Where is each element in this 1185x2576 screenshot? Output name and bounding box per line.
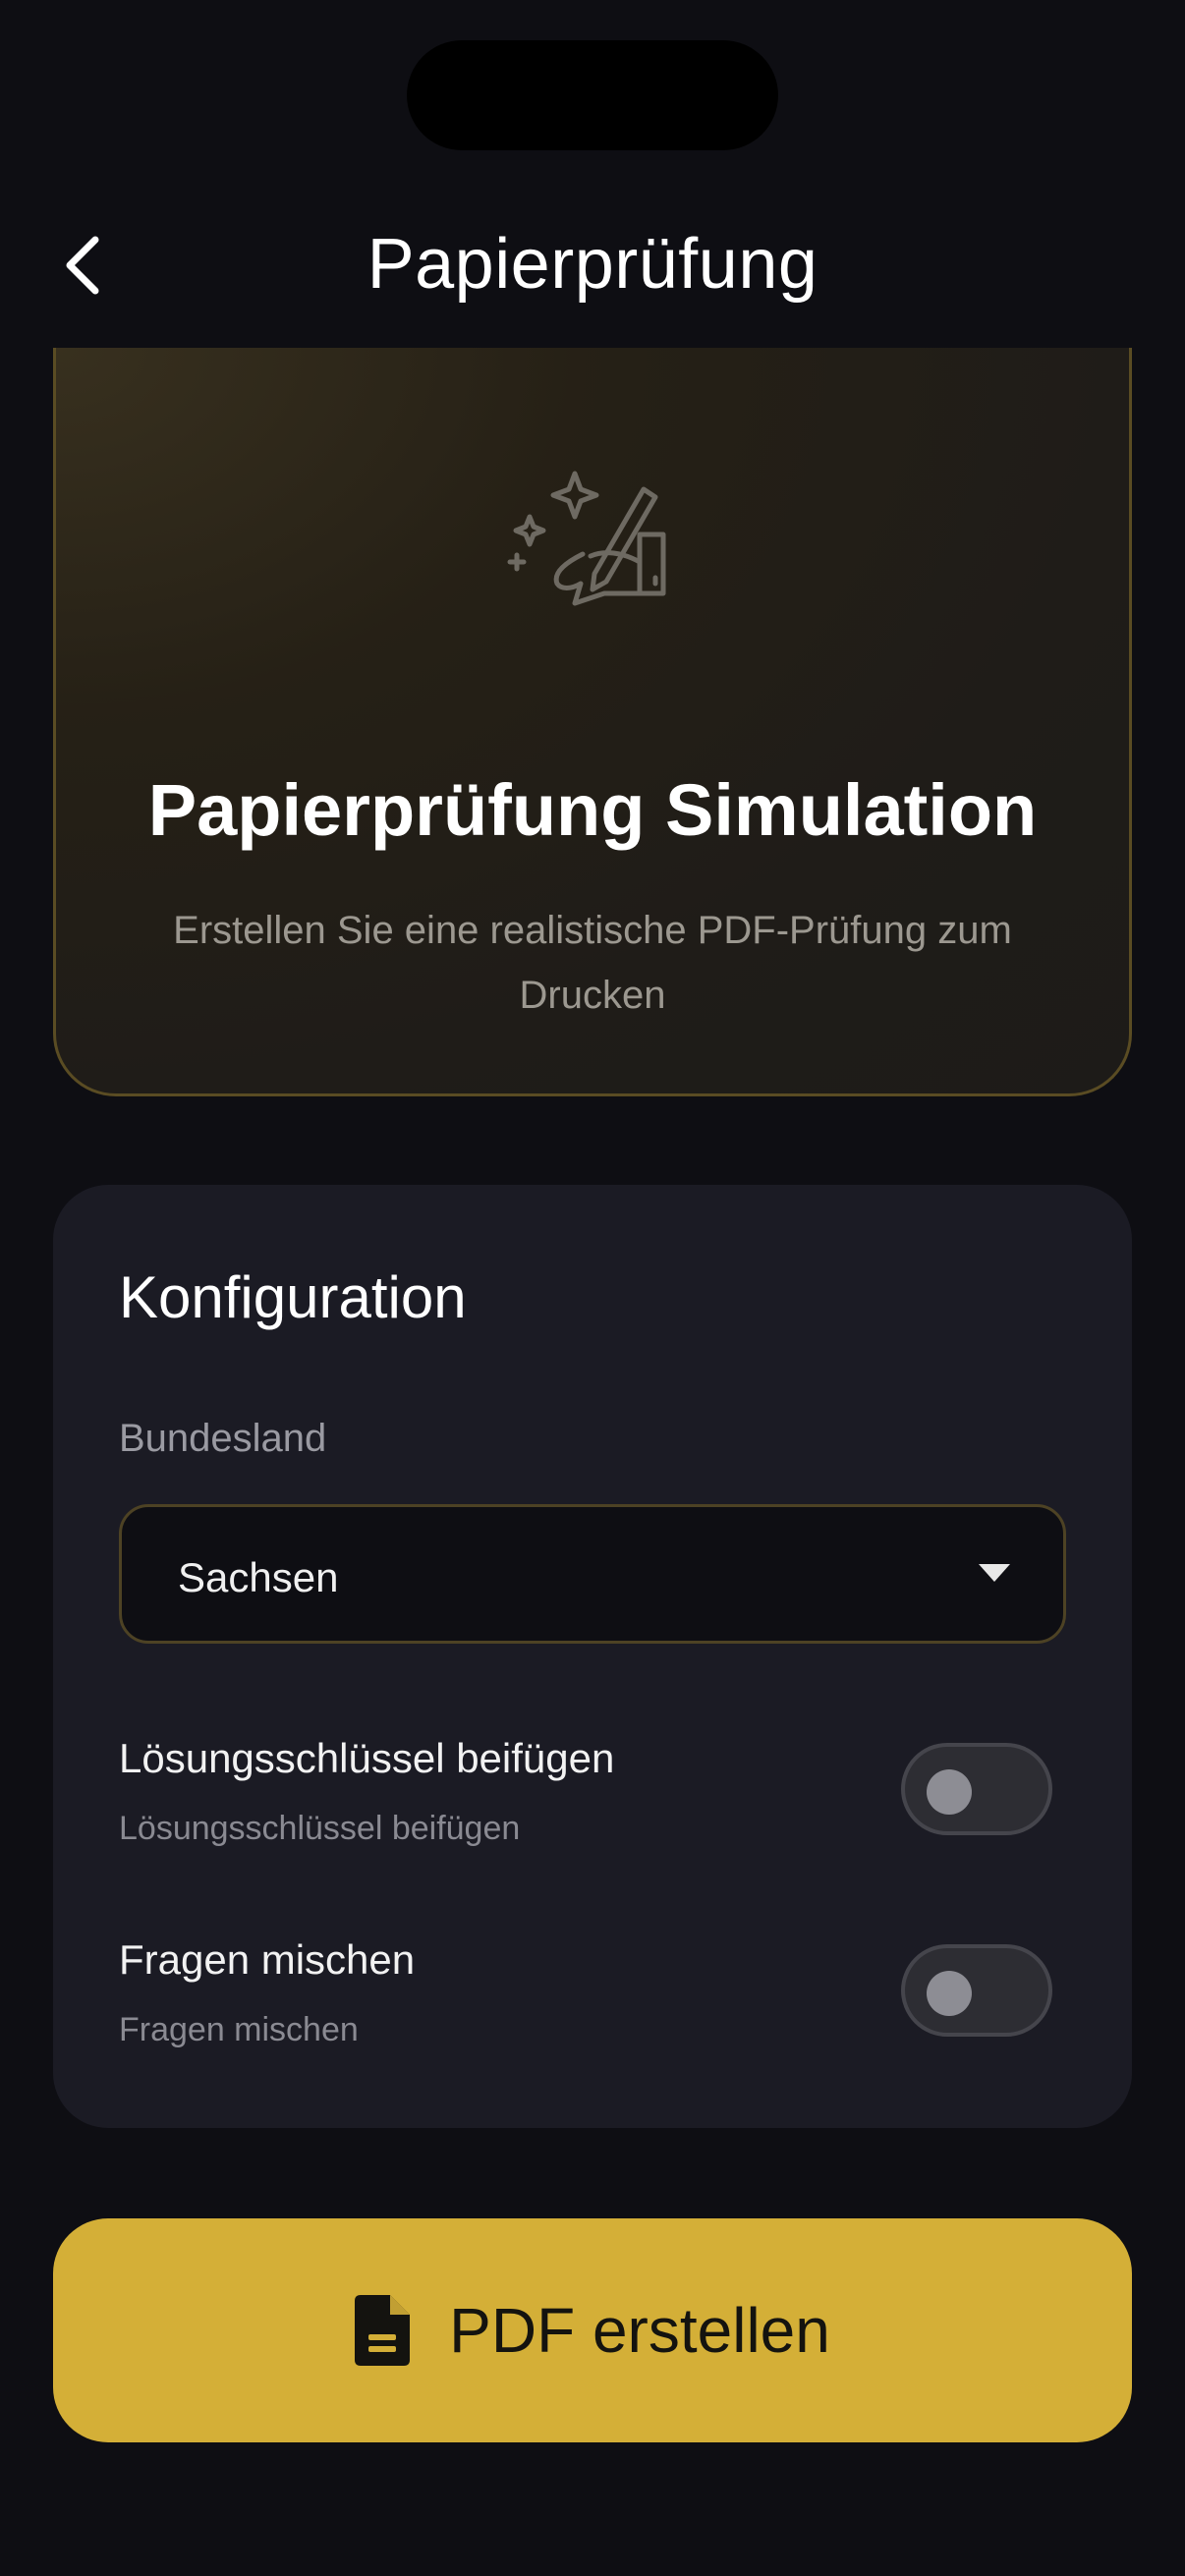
nav-bar: Papierprüfung [0, 196, 1185, 334]
hand-pen-sparkles-icon [507, 471, 666, 606]
answer-key-toggle[interactable] [901, 1743, 1052, 1835]
hero-title: Papierprüfung Simulation [147, 769, 1038, 851]
state-select[interactable]: Sachsen [119, 1504, 1066, 1644]
toggle-knob [927, 1971, 972, 2016]
state-select-value: Sachsen [178, 1554, 339, 1600]
answer-key-subtitle: Lösungsschlüssel beifügen [119, 1810, 521, 1847]
configuration-title: Konfiguration [119, 1264, 467, 1330]
create-pdf-label: PDF erstellen [449, 2295, 830, 2366]
create-pdf-button[interactable]: PDF erstellen [53, 2218, 1132, 2442]
state-label: Bundesland [119, 1417, 327, 1460]
shuffle-questions-toggle[interactable] [901, 1944, 1052, 2037]
page-title: Papierprüfung [367, 225, 818, 304]
answer-key-title: Lösungsschlüssel beifügen [119, 1735, 615, 1781]
shuffle-questions-subtitle: Fragen mischen [119, 2011, 359, 2048]
toggle-knob [927, 1769, 972, 1815]
screen: Papierprüfung Papierprüfung Simulation E… [0, 0, 1185, 2576]
hero-card: Papierprüfung Simulation Erstellen Sie e… [53, 348, 1132, 1096]
document-icon [355, 2295, 411, 2366]
dynamic-island [407, 40, 778, 150]
hero-subtitle: Erstellen Sie eine realistische PDF-Prüf… [173, 909, 1012, 1017]
shuffle-questions-title: Fragen mischen [119, 1936, 416, 1983]
configuration-card: Konfiguration Bundesland Sachsen Lösungs… [53, 1185, 1132, 2128]
caret-down-icon [979, 1564, 1010, 1582]
